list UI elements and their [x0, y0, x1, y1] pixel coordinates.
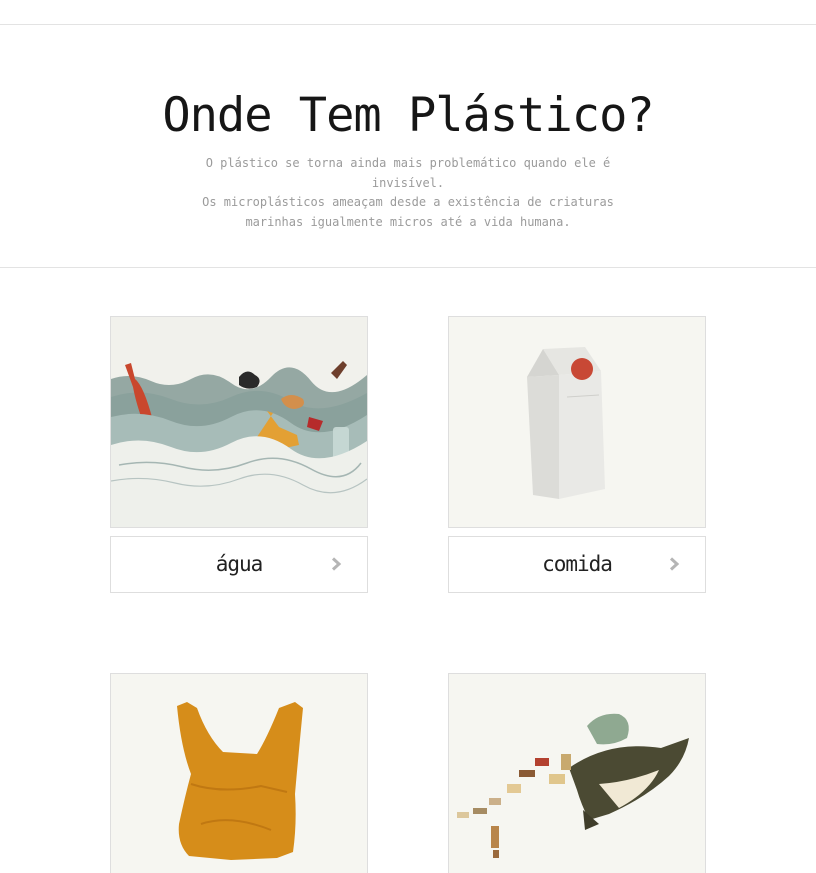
- ocean-trash-illustration[interactable]: [110, 316, 368, 528]
- whale-trash-illustration[interactable]: [448, 673, 706, 873]
- card-comida-link[interactable]: comida: [448, 536, 706, 593]
- card-agua-link[interactable]: água: [110, 536, 368, 593]
- milk-carton-illustration[interactable]: [448, 316, 706, 528]
- card-whale[interactable]: [448, 673, 706, 873]
- card-comida[interactable]: comida: [448, 316, 706, 593]
- page-subtitle: O plástico se torna ainda mais problemát…: [190, 154, 626, 232]
- chevron-right-icon: [331, 557, 342, 571]
- subtitle-line: Os microplásticos ameaçam desde a existê…: [202, 195, 614, 209]
- chevron-right-icon: [669, 557, 680, 571]
- card-agua[interactable]: água: [110, 316, 368, 593]
- plastic-bag-illustration[interactable]: [110, 673, 368, 873]
- hero-divider: [0, 267, 816, 268]
- page-title: Onde Tem Plástico?: [162, 88, 654, 143]
- card-plastic-bag[interactable]: [110, 673, 368, 873]
- subtitle-line: marinhas igualmente micros até a vida hu…: [245, 214, 571, 229]
- subtitle-line: O plástico se torna ainda mais problemát…: [205, 156, 611, 190]
